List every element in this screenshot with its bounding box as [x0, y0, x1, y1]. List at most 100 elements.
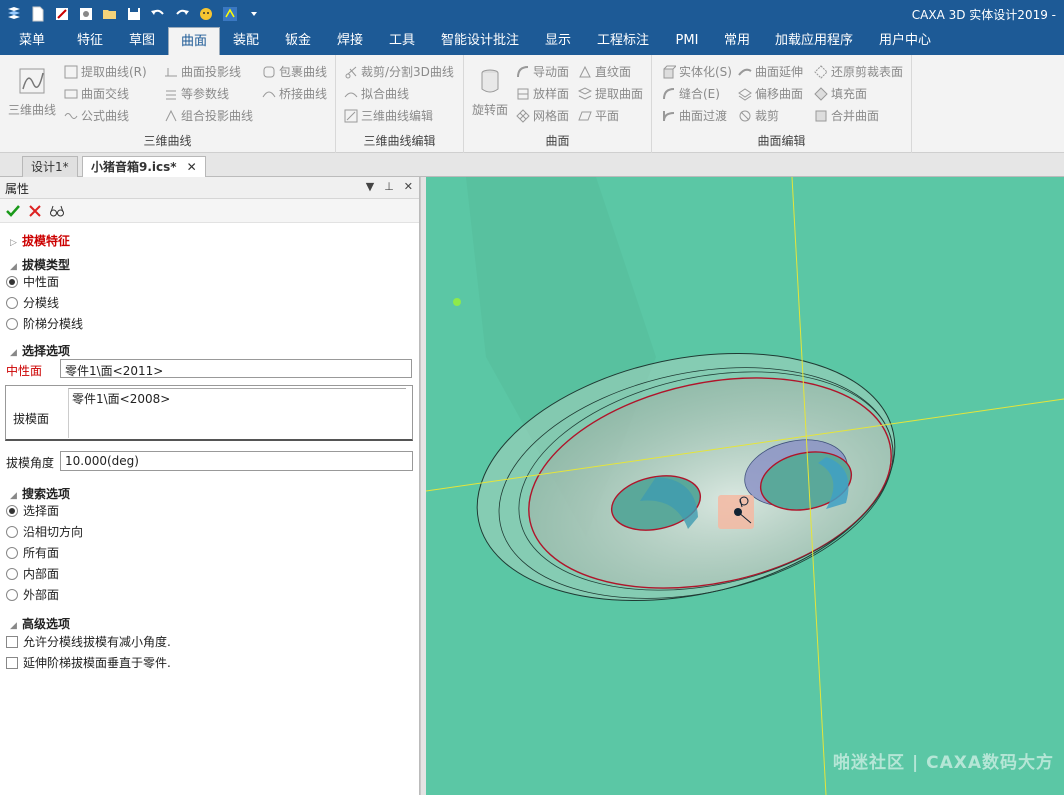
customize-dropdown-icon[interactable] [244, 4, 264, 24]
surface-intersection-button[interactable]: 曲面交线 [64, 85, 129, 102]
draft-face-list[interactable]: 零件1\面<2008> [68, 388, 406, 438]
offset-surface-button[interactable]: 偏移曲面 [738, 85, 803, 102]
checkbox-extend-step-face[interactable]: 延伸阶梯拔模面垂直于零件. [6, 654, 171, 671]
app-logo-icon[interactable] [4, 4, 24, 24]
radio-all-faces-dot[interactable] [6, 546, 18, 559]
extract-surface-button[interactable]: 提取曲面 [578, 85, 643, 102]
bridge-curve-button[interactable]: 桥接曲线 [262, 85, 327, 102]
solidify-button[interactable]: 实体化(S) [662, 63, 732, 80]
doc-tab-design1[interactable]: 设计1* [22, 156, 78, 177]
tab-engineering-dimension[interactable]: 工程标注 [584, 27, 662, 55]
confirm-check-icon[interactable] [5, 203, 21, 219]
radio-all-faces[interactable]: 所有面 [6, 544, 59, 561]
restore-trimmed-button[interactable]: 还原剪裁表面 [814, 63, 903, 80]
radio-neutral-plane[interactable]: 中性面 [6, 273, 59, 290]
loft-surface-button[interactable]: 放样面 [516, 85, 569, 102]
intersection-icon [64, 89, 78, 98]
radio-inner-faces-dot[interactable] [6, 567, 18, 580]
3d-viewport[interactable]: 啪迷社区 | CAXA数码大方 [426, 177, 1064, 795]
3d-curve-button[interactable]: 三维曲线 [8, 65, 56, 118]
rebuild-icon[interactable] [220, 4, 240, 24]
tab-sketch[interactable]: 草图 [116, 27, 168, 55]
smart-icon[interactable] [196, 4, 216, 24]
section-draft-type[interactable]: ◢ 拔模类型 [10, 256, 70, 273]
fill-surface-button[interactable]: 填充面 [814, 85, 867, 102]
radio-step-parting-line-dot[interactable] [6, 317, 18, 330]
combined-projection-button[interactable]: 组合投影曲线 [164, 107, 253, 124]
doc-tab-speaker[interactable]: 小猪音箱9.ics* ✕ [82, 156, 206, 177]
template-icon[interactable] [76, 4, 96, 24]
tab-sheetmetal[interactable]: 钣金 [272, 27, 324, 55]
wrap-curve-button[interactable]: 包裹曲线 [262, 63, 327, 80]
stitch-button[interactable]: 缝合(E) [662, 85, 720, 102]
radio-outer-faces[interactable]: 外部面 [6, 586, 59, 603]
redo-icon[interactable] [172, 4, 192, 24]
surface-projection-curve-button[interactable]: 曲面投影线 [164, 63, 241, 80]
merge-surface-button[interactable]: 合并曲面 [814, 107, 879, 124]
draft-angle-field[interactable]: 10.000(deg) [60, 451, 413, 471]
mesh-surface-button[interactable]: 网格面 [516, 107, 569, 124]
trim-split-curve-button[interactable]: 裁剪/分割3D曲线 [344, 63, 454, 80]
tab-load-apps[interactable]: 加载应用程序 [762, 27, 866, 55]
checkbox-allow-reduced-angle-box[interactable] [6, 635, 18, 648]
checkbox-allow-reduced-angle[interactable]: 允许分模线拔模有减小角度. [6, 633, 171, 650]
radio-select-face[interactable]: 选择面 [6, 502, 59, 519]
radio-tangent-direction-dot[interactable] [6, 525, 18, 538]
cancel-x-icon[interactable] [27, 203, 43, 219]
open-folder-icon[interactable] [100, 4, 120, 24]
tab-surface[interactable]: 曲面 [168, 27, 220, 55]
preview-glasses-icon[interactable] [49, 203, 65, 219]
checkbox-extend-step-face-box[interactable] [6, 656, 18, 669]
tab-common[interactable]: 常用 [712, 27, 762, 55]
panel-close-icon[interactable]: ✕ [404, 180, 413, 193]
radio-neutral-plane-dot[interactable] [6, 275, 18, 288]
close-icon[interactable]: ✕ [187, 160, 197, 174]
extract-curve-button[interactable]: 提取曲线(R) [64, 63, 147, 80]
feature-title: ▷ 拔模特征 [10, 234, 71, 248]
revolve-surface-button[interactable]: 旋转面 [472, 65, 508, 118]
surface-extend-button[interactable]: 曲面延伸 [738, 63, 803, 80]
radio-parting-line[interactable]: 分模线 [6, 294, 59, 311]
section-search-options[interactable]: ◢ 搜索选项 [10, 485, 70, 502]
wrap-curve-label: 包裹曲线 [279, 65, 328, 79]
neutral-plane-field[interactable]: 零件1\面<2011> [60, 359, 412, 378]
radio-select-face-dot[interactable] [6, 504, 18, 517]
pin-icon[interactable]: ⊥ [384, 180, 394, 193]
sweep-surface-button[interactable]: 导动面 [516, 63, 569, 80]
group-surface: 旋转面 导动面 直纹面 放样面 提取曲面 网格面 平面 曲面 [464, 55, 652, 153]
tab-assembly[interactable]: 装配 [220, 27, 272, 55]
panel-menu-icon[interactable]: ▼ [366, 180, 374, 193]
ruled-surface-button[interactable]: 直纹面 [578, 63, 631, 80]
save-icon[interactable] [124, 4, 144, 24]
tab-menu[interactable]: 菜单 [0, 27, 64, 55]
curve-edit-button[interactable]: 三维曲线编辑 [344, 107, 433, 124]
radio-tangent-direction[interactable]: 沿相切方向 [6, 523, 83, 540]
tab-weld[interactable]: 焊接 [324, 27, 376, 55]
plane-button[interactable]: 平面 [578, 107, 619, 124]
tab-feature[interactable]: 特征 [64, 27, 116, 55]
fit-curve-button[interactable]: 拟合曲线 [344, 85, 409, 102]
surface-blend-label: 曲面过渡 [679, 109, 728, 123]
draft-face-item[interactable]: 零件1\面<2008> [69, 389, 406, 408]
section-select-options[interactable]: ◢ 选择选项 [10, 342, 70, 359]
trim-button[interactable]: 裁剪 [738, 107, 779, 124]
surface-blend-button[interactable]: 曲面过渡 [662, 107, 727, 124]
tab-pmi[interactable]: PMI [662, 27, 712, 55]
radio-parting-line-dot[interactable] [6, 296, 18, 309]
tab-display[interactable]: 显示 [532, 27, 584, 55]
title-bar: CAXA 3D 实体设计2019 - [0, 0, 1064, 27]
formula-curve-button[interactable]: 公式曲线 [64, 107, 129, 124]
curve-edit-icon [344, 109, 358, 122]
new-drawing-icon[interactable] [52, 4, 72, 24]
isoparametric-button[interactable]: 等参数线 [164, 85, 229, 102]
section-advanced-options[interactable]: ◢ 高级选项 [10, 615, 70, 632]
radio-outer-faces-dot[interactable] [6, 588, 18, 601]
undo-icon[interactable] [148, 4, 168, 24]
tab-tools[interactable]: 工具 [376, 27, 428, 55]
new-file-icon[interactable] [28, 4, 48, 24]
radio-step-parting-line[interactable]: 阶梯分模线 [6, 315, 83, 332]
tab-user-center[interactable]: 用户中心 [866, 27, 944, 55]
radio-inner-faces[interactable]: 内部面 [6, 565, 59, 582]
tab-smart-annotation[interactable]: 智能设计批注 [428, 27, 532, 55]
scene-canvas[interactable] [426, 177, 1064, 795]
